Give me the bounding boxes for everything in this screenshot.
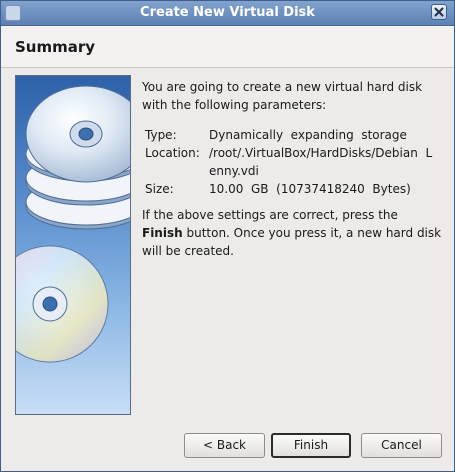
summary-outro: If the above settings are correct, press… — [142, 206, 442, 260]
outro-text-before: If the above settings are correct, press… — [142, 208, 398, 222]
summary-content: You are going to create a new virtual ha… — [142, 78, 442, 260]
close-button[interactable] — [431, 4, 447, 20]
param-value: /root/.VirtualBox/HardDisks/Debian Lenny… — [209, 146, 433, 178]
param-value: 10.00 GB (10737418240 Bytes) — [209, 182, 411, 196]
param-label: Location: — [145, 146, 200, 160]
parameters-table: Type: Dynamically expanding storage Loca… — [145, 126, 437, 198]
back-button[interactable]: < Back — [184, 433, 265, 458]
param-row-location: Location: /root/.VirtualBox/HardDisks/De… — [145, 144, 437, 180]
param-row-type: Type: Dynamically expanding storage — [145, 126, 437, 144]
param-label: Type: — [145, 128, 177, 142]
param-value: Dynamically expanding storage — [209, 128, 407, 142]
finish-button[interactable]: Finish — [271, 433, 351, 458]
loose-disk — [16, 245, 109, 363]
param-row-size: Size: 10.00 GB (10737418240 Bytes) — [145, 180, 437, 198]
param-label: Size: — [145, 182, 174, 196]
title-bar[interactable]: Create New Virtual Disk — [1, 1, 454, 26]
window-title: Create New Virtual Disk — [140, 5, 315, 20]
summary-intro: You are going to create a new virtual ha… — [142, 80, 423, 112]
page-title: Summary — [15, 38, 96, 56]
create-virtual-disk-dialog: Create New Virtual Disk Summary You are … — [0, 0, 455, 472]
outro-text-after: button. Once you press it, a new hard di… — [142, 226, 442, 258]
finish-keyword: Finish — [142, 226, 183, 240]
cancel-button[interactable]: Cancel — [361, 433, 442, 458]
disk-stack-illustration — [15, 75, 131, 415]
stacked-disks — [25, 85, 130, 230]
disk-stack-icon — [16, 85, 130, 363]
close-icon — [434, 7, 444, 17]
page-header: Summary — [1, 26, 454, 68]
